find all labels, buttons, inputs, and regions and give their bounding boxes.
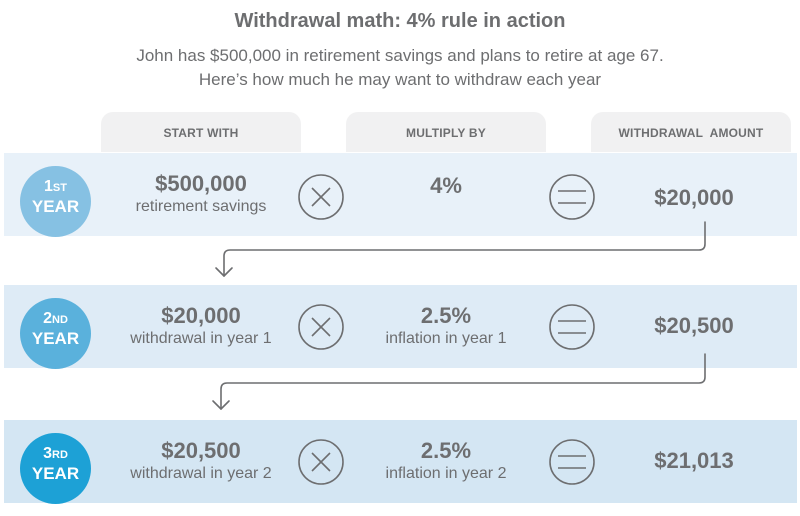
connector-arrow-1 — [215, 221, 706, 277]
connector-arrows — [212, 221, 706, 410]
connector-arrow-2 — [212, 353, 706, 410]
